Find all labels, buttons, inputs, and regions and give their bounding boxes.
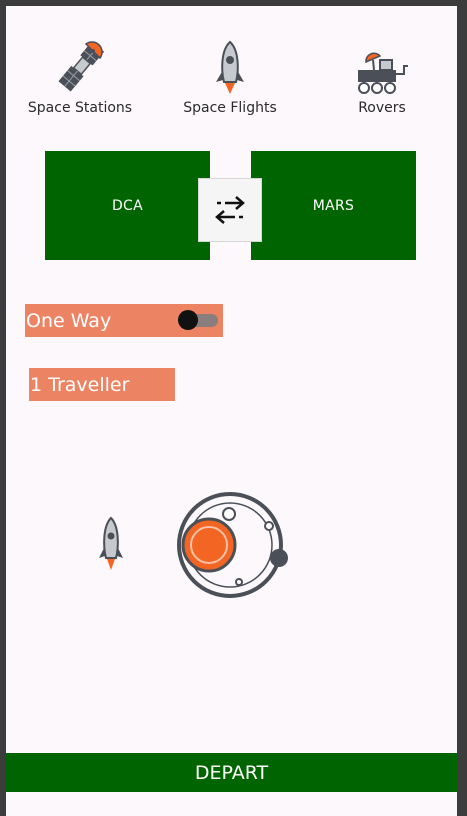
origin-code: DCA [111,197,144,214]
satellite-icon [58,41,105,92]
category-label: Space Stations [27,100,133,116]
swap-button[interactable] [198,178,262,242]
trip-type-row: One Way [25,304,223,337]
origin-button[interactable]: DCA [45,151,210,260]
traveller-selector[interactable]: 1 Traveller [29,368,175,401]
trip-type-label: One Way [26,309,112,332]
app-screen: Space Stations Space Flights Rovers DCA … [6,6,457,792]
rocket-icon [99,516,123,570]
destination-button[interactable]: MARS [251,151,416,260]
category-label: Space Flights [183,100,277,116]
traveller-label: 1 Traveller [30,373,130,396]
category-rovers[interactable]: Rovers [312,32,452,116]
bottom-inset [6,792,457,816]
category-space-flights[interactable]: Space Flights [160,32,300,116]
category-label: Rovers [358,100,406,116]
swap-arrows-icon [215,196,245,224]
toggle-thumb [178,310,198,330]
rocket-icon [216,40,244,94]
trip-type-toggle[interactable] [178,310,220,330]
rover-icon [358,52,408,94]
planet-orbit-icon [177,492,288,598]
depart-label: DEPART [194,761,269,784]
depart-button[interactable]: DEPART [6,753,457,792]
destination-code: MARS [312,197,355,214]
category-space-stations[interactable]: Space Stations [10,32,150,116]
